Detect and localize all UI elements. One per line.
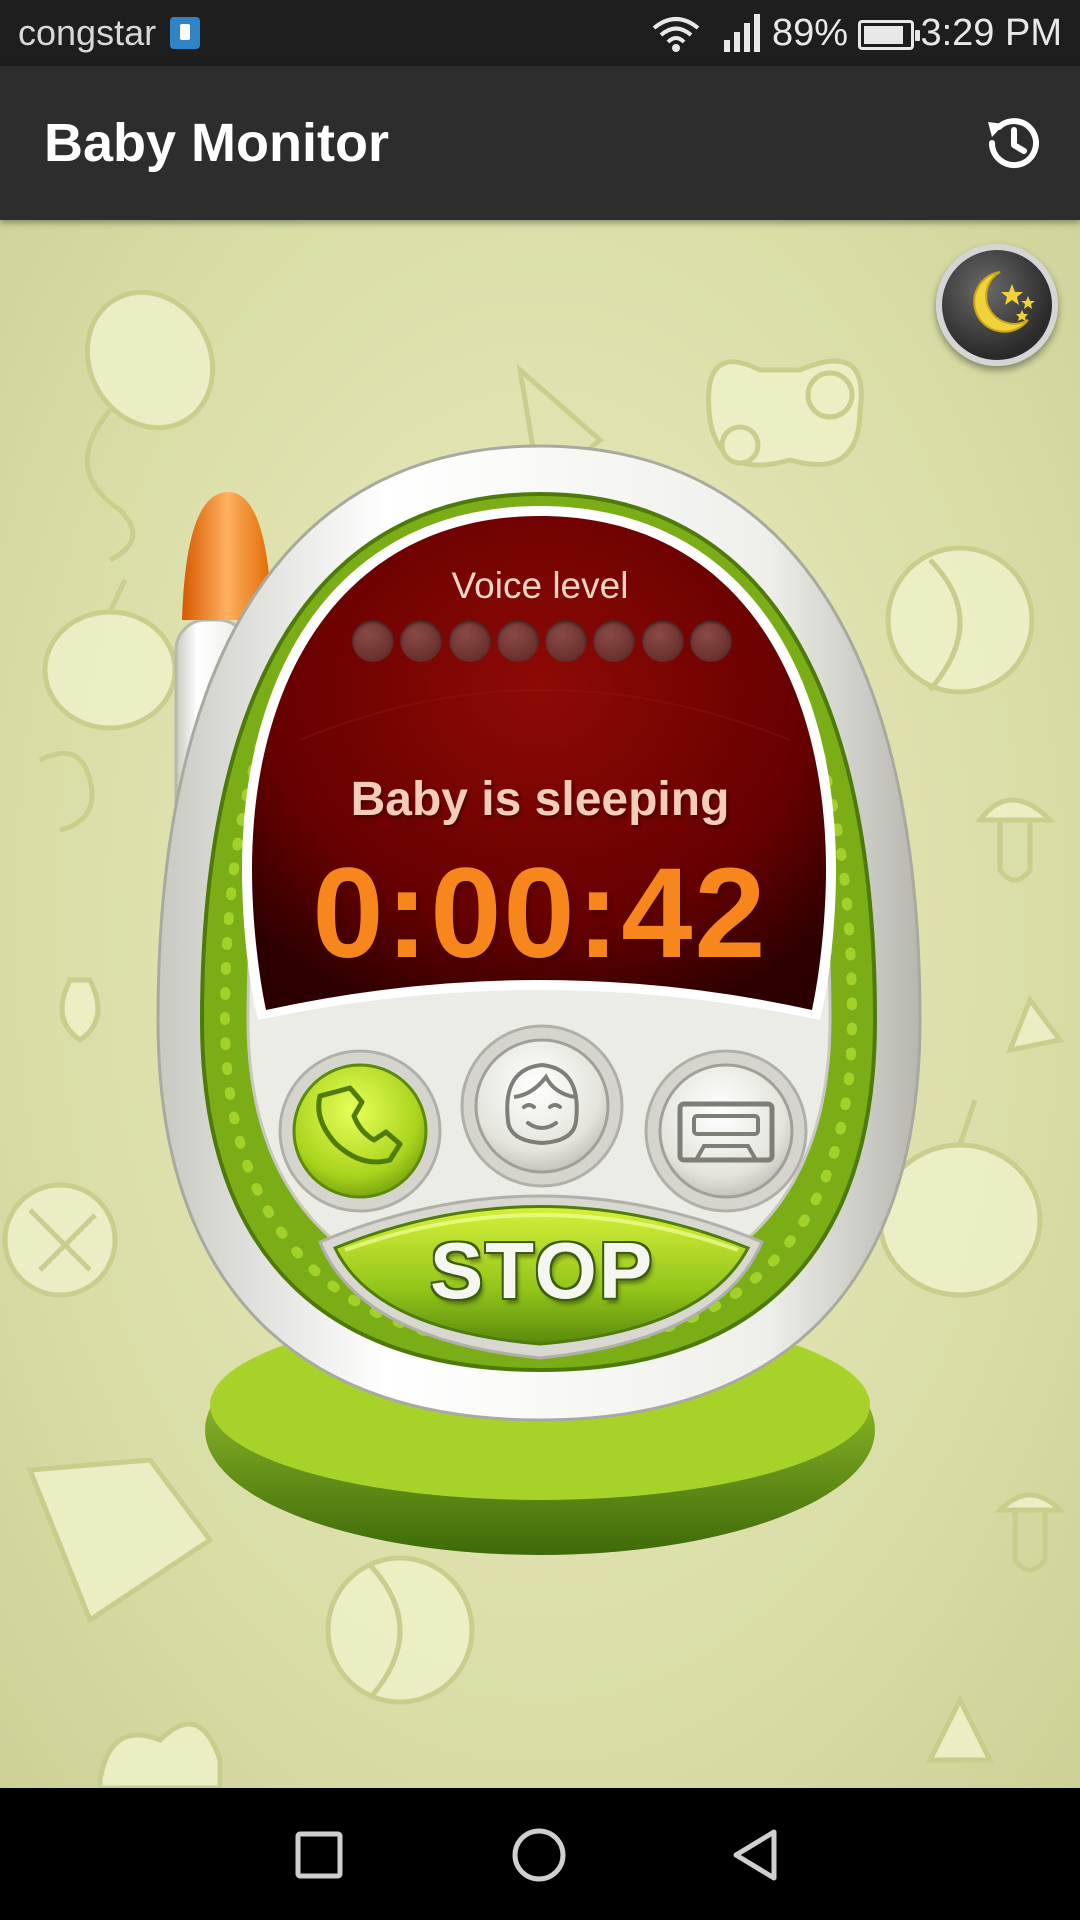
signal-icon	[724, 14, 760, 52]
voice-level-dot	[352, 620, 394, 662]
elapsed-timer: 0:00:42	[312, 842, 768, 985]
voice-level-dot	[400, 620, 443, 662]
battery-fill	[864, 26, 904, 44]
voice-level-dot	[448, 620, 491, 662]
sim-icon	[170, 17, 200, 49]
voice-level-dot	[496, 620, 539, 662]
baby-status-text: Baby is sleeping	[350, 773, 730, 826]
battery-percent: 89%	[772, 12, 849, 54]
home-icon[interactable]	[504, 1820, 574, 1890]
monitor-screen: Voice level Baby is sleeping 0:00:42 STO…	[0, 220, 1080, 1788]
history-icon[interactable]	[976, 106, 1050, 180]
navigation-bar	[0, 1788, 1080, 1920]
voice-level-dot	[545, 620, 588, 662]
voice-level-dot	[641, 620, 684, 662]
call-button[interactable]	[280, 1050, 440, 1210]
recents-icon[interactable]	[284, 1820, 354, 1890]
clock: 3:29 PM	[920, 12, 1062, 54]
stop-button[interactable]: STOP	[320, 1195, 764, 1360]
cassette-icon	[677, 1101, 775, 1163]
status-bar: congstar 89% 3:29 PM	[0, 0, 1080, 66]
voice-level-meter	[352, 620, 732, 664]
face-icon	[505, 1062, 579, 1146]
wifi-icon	[652, 17, 700, 52]
app-bar: Baby Monitor	[0, 66, 1080, 220]
recordings-button[interactable]	[646, 1050, 806, 1210]
back-icon[interactable]	[724, 1820, 794, 1890]
carrier-name: congstar	[18, 12, 157, 53]
baby-monitor-device	[156, 444, 922, 1555]
battery-icon	[858, 20, 920, 50]
page-title: Baby Monitor	[44, 113, 389, 173]
voice-level-label: Voice level	[451, 565, 629, 606]
phone-icon	[316, 1085, 403, 1165]
voice-level-dot	[593, 620, 636, 662]
parent-voice-button[interactable]	[462, 1025, 622, 1185]
voice-level-dot	[689, 620, 732, 662]
stop-label: STOP	[429, 1226, 655, 1315]
